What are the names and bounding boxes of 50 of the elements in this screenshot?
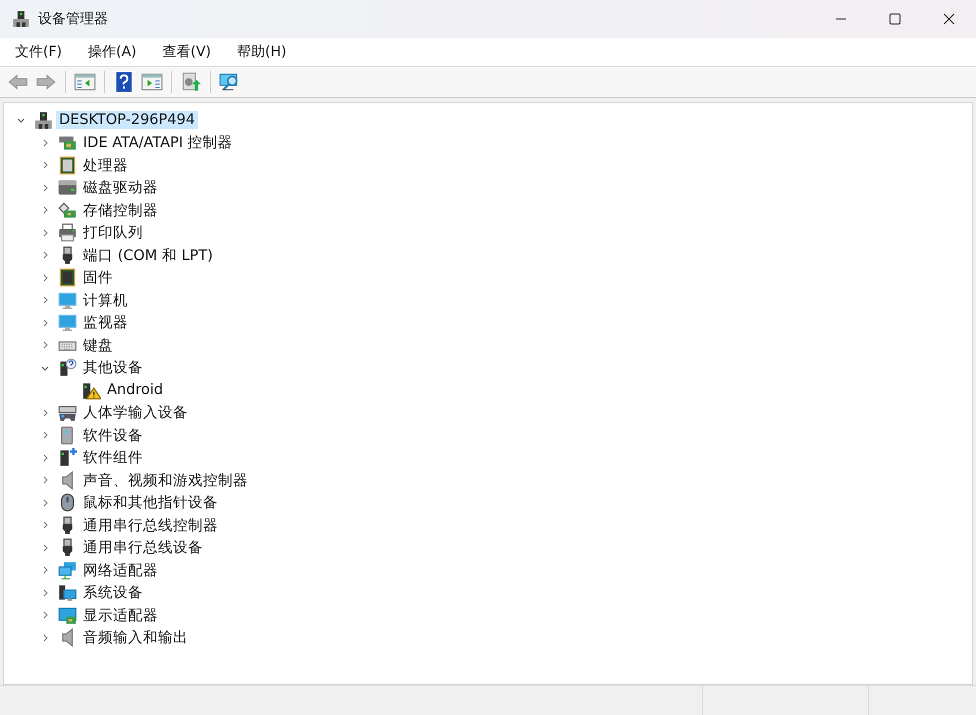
tree-item[interactable]: 计算机 bbox=[80, 290, 131, 311]
printer-icon bbox=[58, 223, 77, 242]
action-pane-icon bbox=[141, 71, 163, 93]
tree-item[interactable]: 系统设备 bbox=[80, 582, 146, 604]
tree-item[interactable]: 通用串行总线控制器 bbox=[80, 514, 221, 536]
update-driver-icon bbox=[180, 71, 202, 93]
menu-item[interactable]: 帮助(H) bbox=[228, 43, 296, 61]
console-tree-icon bbox=[74, 71, 96, 93]
tree-item[interactable]: DESKTOP-296P494 bbox=[56, 111, 198, 130]
tree-item[interactable]: 网络适配器 bbox=[80, 560, 161, 581]
chip-icon bbox=[58, 268, 77, 288]
tree-item[interactable]: 其他设备 bbox=[80, 357, 146, 378]
warning-device-icon bbox=[82, 380, 101, 400]
network-icon bbox=[58, 560, 77, 580]
tree-item[interactable]: 磁盘驱动器 bbox=[80, 177, 161, 198]
tree-item[interactable]: 通用串行总线设备 bbox=[80, 537, 206, 558]
monitor-icon bbox=[58, 290, 77, 310]
tree-item[interactable]: 打印队列 bbox=[80, 222, 146, 244]
tree-item[interactable]: 人体学输入设备 bbox=[80, 402, 191, 424]
unknown-device-icon bbox=[58, 358, 77, 378]
menu-item[interactable]: 文件(F) bbox=[6, 43, 71, 61]
tree-item[interactable]: 显示适配器 bbox=[80, 604, 161, 626]
maximize-icon bbox=[889, 13, 901, 25]
menu-item[interactable]: 查看(V) bbox=[154, 43, 220, 61]
tower-icon bbox=[58, 448, 77, 468]
tree-item[interactable]: 鼠标和其他指针设备 bbox=[80, 492, 221, 514]
storage-controller-icon bbox=[58, 200, 77, 220]
app-icon bbox=[12, 10, 30, 28]
tree-item[interactable]: 声音、视频和游戏控制器 bbox=[80, 470, 251, 491]
monitor-icon bbox=[58, 313, 77, 332]
mouse-icon bbox=[58, 493, 77, 512]
close-icon bbox=[943, 13, 955, 25]
window-title: 设备管理器 bbox=[38, 10, 108, 28]
tree-item[interactable]: 软件组件 bbox=[80, 447, 146, 468]
tree-item[interactable]: 软件设备 bbox=[80, 424, 146, 446]
disk-drive-icon bbox=[58, 178, 77, 198]
tree-item[interactable]: 端口 (COM 和 LPT) bbox=[80, 244, 216, 266]
tree-item[interactable]: 键盘 bbox=[80, 334, 116, 356]
tree-item[interactable]: 音频输入和输出 bbox=[80, 627, 191, 648]
tree-item[interactable]: 处理器 bbox=[80, 154, 131, 176]
chip-icon bbox=[58, 156, 77, 175]
system-icon bbox=[58, 583, 77, 602]
display-adapter-icon bbox=[58, 606, 77, 625]
tree-item[interactable]: 存储控制器 bbox=[80, 200, 161, 221]
menu-item[interactable]: 操作(A) bbox=[78, 43, 146, 61]
tree-item[interactable]: IDE ATA/ATAPI 控制器 bbox=[80, 132, 236, 154]
tree-item[interactable]: 固件 bbox=[80, 267, 116, 288]
tree-item[interactable]: 监视器 bbox=[80, 312, 131, 334]
computer-tower-icon bbox=[34, 110, 53, 130]
tree-item[interactable]: Android bbox=[104, 381, 166, 400]
